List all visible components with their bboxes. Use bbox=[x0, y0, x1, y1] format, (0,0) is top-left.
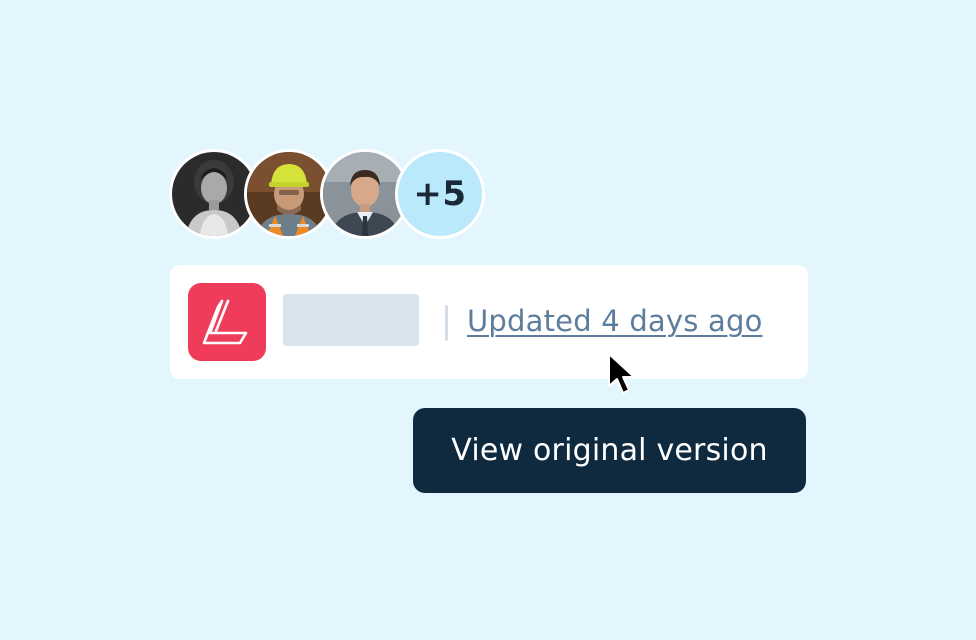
file-version-card: Updated 4 days ago bbox=[170, 265, 808, 379]
divider bbox=[445, 305, 448, 341]
updated-timestamp-link[interactable]: Updated 4 days ago bbox=[467, 303, 763, 339]
more-collaborators-count: +5 bbox=[413, 174, 467, 214]
more-collaborators-badge[interactable]: +5 bbox=[395, 149, 485, 239]
view-original-version-label: View original version bbox=[451, 433, 768, 468]
construction-worker-icon bbox=[247, 152, 331, 236]
mouse-pointer-icon bbox=[607, 352, 639, 398]
file-name-placeholder bbox=[283, 294, 419, 346]
collaborator-avatars: +5 bbox=[169, 149, 485, 239]
letter-l-logo-icon bbox=[188, 283, 266, 361]
view-original-version-button[interactable]: View original version bbox=[413, 408, 806, 493]
